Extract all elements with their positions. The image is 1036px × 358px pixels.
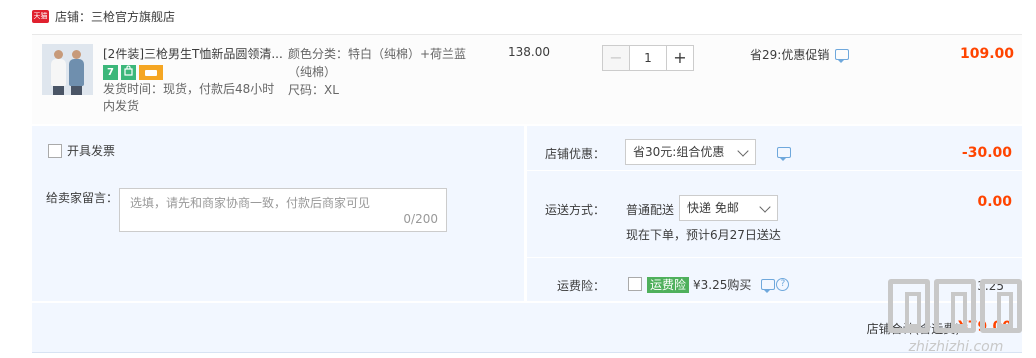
shop-discount-amount: -30.00	[961, 145, 1012, 161]
shipping-amount: 0.00	[977, 194, 1012, 210]
watermark-glyph	[980, 279, 1022, 333]
shipping-select-value: 快递 免邮	[687, 201, 739, 215]
chevron-down-icon	[759, 201, 771, 213]
comment-icon[interactable]	[835, 49, 850, 63]
invoice-option[interactable]: 开具发票	[48, 142, 115, 159]
left-options-panel: 开具发票 给卖家留言： 选填，请先和商家协商一致，付款后商家可见 0/200	[32, 126, 524, 301]
insurance-tag: 运费险	[647, 276, 690, 293]
watermark: zhizhizhi.com	[886, 279, 1026, 355]
divider	[527, 257, 1022, 258]
chevron-down-icon	[737, 145, 749, 157]
comment-icon[interactable]	[761, 279, 776, 293]
unit-price: 138.00	[508, 45, 550, 59]
quantity-stepper: − +	[602, 45, 694, 71]
insurance-price: ¥3.25购买	[693, 278, 752, 292]
shipping-method: 普通配送	[626, 203, 675, 217]
message-label: 给卖家留言：	[46, 191, 119, 205]
message-counter: 0/200	[403, 212, 438, 226]
product-thumbnail[interactable]	[42, 44, 93, 95]
shipping-select[interactable]: 快递 免邮	[679, 195, 778, 221]
order-item-row: [2件装]三枪男生T恤新品圆领清... 7 发货时间：现货，付款后48小时内发货…	[32, 34, 1022, 124]
sku-info: 颜色分类：特白（纯棉）+荷兰蓝（纯棉） 尺码：XL	[288, 45, 478, 99]
decrease-button[interactable]: −	[602, 45, 630, 71]
invoice-checkbox[interactable]	[48, 143, 62, 158]
shop-discount-value: 省30元:组合优惠	[633, 145, 725, 159]
sku-color: 颜色分类：特白（纯棉）+荷兰蓝（纯棉）	[288, 47, 467, 79]
divider	[527, 170, 1022, 171]
promotion-text: 省29:优惠促销	[750, 48, 830, 62]
increase-button[interactable]: +	[666, 45, 694, 71]
insurance-checkbox[interactable]	[628, 277, 642, 291]
quantity-input[interactable]	[630, 45, 666, 71]
card-icon[interactable]	[139, 65, 163, 80]
shop-name[interactable]: 店铺：三枪官方旗舰店	[55, 8, 175, 25]
shipping-time: 发货时间：现货，付款后48小时内发货	[103, 82, 275, 113]
promotion: 省29:优惠促销	[750, 46, 850, 63]
insurance-label: 运费险：	[556, 279, 605, 293]
watermark-glyph	[888, 279, 930, 333]
shop-header: 天猫 店铺：三枪官方旗舰店	[32, 6, 175, 26]
watermark-glyph	[934, 279, 976, 333]
bag-icon[interactable]	[121, 65, 136, 80]
shop-total-bar: 店铺合计(含运费) ¥79.00	[32, 303, 1022, 353]
sku-size: 尺码：XL	[288, 83, 339, 97]
invoice-label: 开具发票	[67, 144, 116, 158]
seven-day-return-icon[interactable]: 7	[103, 65, 118, 80]
right-options-panel: 店铺优惠： 省30元:组合优惠 -30.00 运送方式： 普通配送 快递 免邮 …	[527, 126, 1022, 301]
message-placeholder: 选填，请先和商家协商一致，付款后商家可见	[130, 196, 371, 210]
help-icon[interactable]: ?	[776, 278, 790, 291]
shipping-label: 运送方式：	[544, 203, 605, 217]
service-icons: 7	[103, 65, 163, 80]
insurance-option: 运费险 ¥3.25购买 ?	[647, 276, 790, 293]
product-title[interactable]: [2件装]三枪男生T恤新品圆领清...	[103, 45, 283, 62]
watermark-url: zhizhizhi.com	[908, 339, 1004, 355]
message-textarea[interactable]: 选填，请先和商家协商一致，付款后商家可见 0/200	[119, 188, 447, 232]
shop-discount-select[interactable]: 省30元:组合优惠	[625, 139, 756, 165]
order-options: 开具发票 给卖家留言： 选填，请先和商家协商一致，付款后商家可见 0/200 店…	[32, 126, 1022, 301]
shop-discount-label: 店铺优惠：	[544, 147, 605, 161]
comment-icon[interactable]	[777, 147, 791, 161]
tmall-icon: 天猫	[32, 9, 49, 23]
shipping-eta: 现在下单，预计6月27日送达	[626, 228, 781, 242]
item-subtotal: 109.00	[959, 46, 1014, 62]
